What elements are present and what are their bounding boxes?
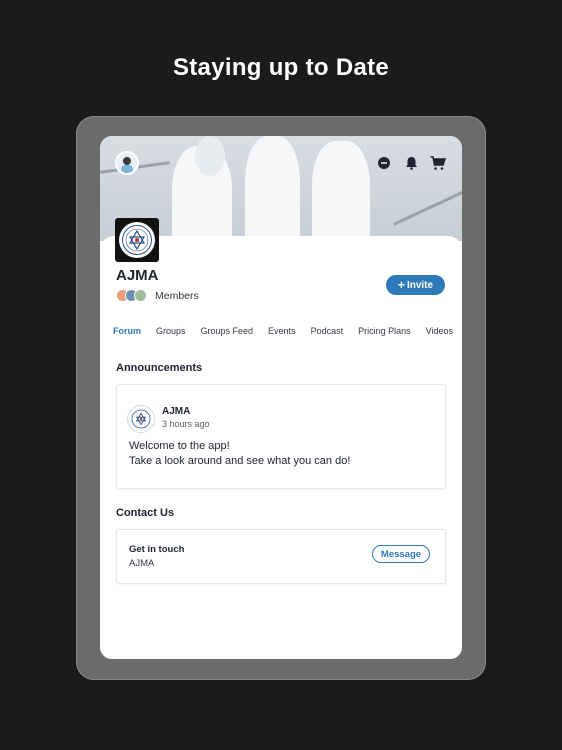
- post-text-line-2: Take a look around and see what you can …: [129, 455, 351, 467]
- member-avatars[interactable]: [116, 289, 152, 302]
- invite-button[interactable]: + Invite: [386, 275, 445, 295]
- tab-groups-feed[interactable]: Groups Feed: [201, 326, 254, 340]
- post-timestamp: 3 hours ago: [162, 419, 210, 429]
- app-screen: AJMA Members + Invite Forum Groups Group…: [100, 136, 462, 659]
- announcement-post[interactable]: AJMA 3 hours ago Welcome to the app! Tak…: [116, 384, 446, 489]
- tab-pricing-plans[interactable]: Pricing Plans: [358, 326, 411, 340]
- message-button[interactable]: Message: [372, 545, 430, 563]
- chat-icon[interactable]: [375, 154, 393, 172]
- headline: Staying up to Date: [172, 54, 390, 81]
- group-logo: [115, 218, 159, 262]
- members-label[interactable]: Members: [155, 290, 199, 302]
- cart-icon[interactable]: [429, 154, 447, 172]
- announcements-title: Announcements: [116, 362, 203, 374]
- contact-label: Get in touch: [129, 544, 185, 555]
- contact-name: AJMA: [129, 558, 155, 569]
- tab-events[interactable]: Events: [268, 326, 296, 340]
- plus-icon: +: [397, 278, 405, 292]
- tab-podcast[interactable]: Podcast: [311, 326, 344, 340]
- tab-videos[interactable]: Videos: [426, 326, 453, 340]
- tab-groups[interactable]: Groups: [156, 326, 186, 340]
- group-name: AJMA: [116, 267, 159, 284]
- bell-icon[interactable]: [402, 154, 420, 172]
- contact-card: Get in touch AJMA Message: [116, 529, 446, 584]
- post-author[interactable]: AJMA: [162, 406, 190, 417]
- tab-bar: Forum Groups Groups Feed Events Podcast …: [113, 326, 453, 340]
- invite-label: Invite: [406, 279, 434, 291]
- contact-title: Contact Us: [116, 507, 175, 519]
- post-text-line-1: Welcome to the app!: [129, 440, 230, 452]
- post-author-avatar[interactable]: [127, 405, 155, 433]
- tab-forum[interactable]: Forum: [113, 326, 141, 340]
- user-avatar[interactable]: [115, 151, 139, 175]
